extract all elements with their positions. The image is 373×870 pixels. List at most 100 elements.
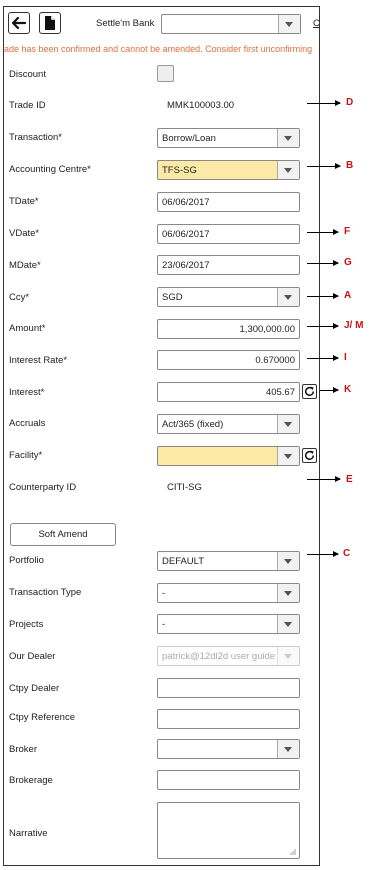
transaction-select[interactable]: Borrow/Loan [157,128,300,148]
refresh-icon [305,386,315,396]
chevron-down-icon[interactable] [277,129,299,147]
accounting-centre-value: TFS-SG [162,165,197,176]
callout-amount: J/ M [344,320,364,331]
mdate-input[interactable]: 23/06/2017 [157,255,300,275]
callout-arrow-vdate [307,229,339,235]
amount-label: Amount* [9,323,46,334]
callout-arrow-interest-rate [307,355,339,361]
our-dealer-value: patrick@12dl2d user guide [162,651,276,662]
portfolio-label: Portfolio [9,555,44,566]
accruals-value: Act/365 (fixed) [162,419,224,430]
ccy-select[interactable]: SGD [157,287,300,307]
interest-rate-input[interactable]: 0.670000 [157,350,300,370]
vdate-value: 06/06/2017 [162,229,210,240]
facility-select[interactable] [157,446,300,466]
back-button[interactable] [8,12,30,34]
accruals-label: Accruals [9,418,46,429]
transaction-type-select[interactable]: - [157,583,300,603]
trade-id-value: MMK100003.00 [167,100,235,111]
chevron-down-icon[interactable] [278,15,300,33]
settle-bank-select[interactable] [161,14,301,34]
transaction-type-label: Transaction Type [9,587,82,598]
callout-trade-id: D [346,97,354,108]
callout-interest-rate: I [344,352,347,363]
callout-arrow-amount [307,323,339,329]
tdate-label: TDate* [9,196,39,207]
facility-label: Facility* [9,450,43,461]
ctpy-dealer-label: Ctpy Dealer [9,683,60,694]
portfolio-select[interactable]: DEFAULT [157,551,300,571]
discount-checkbox[interactable] [157,65,174,82]
interest-value: 405.67 [265,387,295,398]
interest-label: Interest* [9,387,45,398]
vdate-input[interactable]: 06/06/2017 [157,224,300,244]
callout-arrow-counterparty-id [307,476,341,482]
mdate-value: 23/06/2017 [162,260,210,271]
ctpy-reference-input[interactable] [157,709,300,729]
chevron-down-icon[interactable] [277,740,299,758]
ccy-label: Ccy* [9,292,30,303]
facility-refresh-button[interactable] [302,448,317,463]
tdate-value: 06/06/2017 [162,197,210,208]
chevron-down-icon[interactable] [277,415,299,433]
broker-label: Broker [9,744,37,755]
chevron-down-icon[interactable] [277,552,299,570]
vdate-label: VDate* [9,228,40,239]
callout-mdate: G [344,257,352,268]
chevron-down-icon[interactable] [277,447,299,465]
amount-input[interactable]: 1,300,000.00 [157,319,300,339]
amount-value: 1,300,000.00 [239,324,295,335]
transaction-value: Borrow/Loan [162,133,216,144]
counterparty-id-value: CITI-SG [167,482,202,493]
accruals-select[interactable]: Act/365 (fixed) [157,414,300,434]
accounting-centre-select[interactable]: TFS-SG [157,160,300,180]
narrative-textarea[interactable] [157,802,300,859]
refresh-icon [305,450,315,460]
discount-label: Discount [9,69,46,80]
truncated-link[interactable]: C [313,18,319,29]
narrative-label: Narrative [9,828,48,839]
trade-form-panel: Settle'm Bank C ade has been confirmed a… [3,6,320,866]
chevron-down-icon[interactable] [277,615,299,633]
our-dealer-label: Our Dealer [9,651,56,662]
soft-amend-button[interactable]: Soft Amend [10,523,116,546]
callout-arrow-mdate [307,260,339,266]
chevron-down-icon[interactable] [277,584,299,602]
counterparty-id-label: Counterparty ID [9,482,77,493]
our-dealer-select: patrick@12dl2d user guide [157,646,300,666]
projects-select[interactable]: - [157,614,300,634]
chevron-down-icon[interactable] [277,161,299,179]
accounting-centre-label: Accounting Centre* [9,164,91,175]
interest-refresh-button[interactable] [302,384,317,399]
resize-handle-icon[interactable] [289,848,296,855]
interest-rate-value: 0.670000 [255,355,295,366]
arrow-left-icon [11,16,27,30]
callout-accounting-centre: B [346,160,354,171]
projects-value: - [162,619,166,630]
trade-id-label: Trade ID [9,100,46,111]
ccy-value: SGD [162,292,183,303]
brokerage-input[interactable] [157,770,300,790]
warning-message: ade has been confirmed and cannot be ame… [4,44,313,54]
interest-input[interactable]: 405.67 [157,382,300,402]
callout-arrow-portfolio [307,551,339,557]
broker-select[interactable] [157,739,300,759]
callout-arrow-trade-id [307,100,341,106]
document-icon [45,16,55,30]
chevron-down-icon[interactable] [277,288,299,306]
callout-counterparty-id: E [346,474,353,485]
callout-arrow-interest [320,387,339,393]
callout-interest: K [344,384,352,395]
settle-bank-label: Settle'm Bank [96,18,155,29]
callout-ccy: A [344,290,352,301]
callout-arrow-ccy [307,293,339,299]
callout-arrow-accounting-centre [307,163,341,169]
transaction-label: Transaction* [9,132,62,143]
ctpy-dealer-input[interactable] [157,678,300,698]
callout-vdate: F [344,226,351,237]
mdate-label: MDate* [9,260,41,271]
tdate-input[interactable]: 06/06/2017 [157,192,300,212]
brokerage-label: Brokerage [9,775,53,786]
transaction-type-value: - [162,588,166,599]
document-button[interactable] [39,12,61,34]
